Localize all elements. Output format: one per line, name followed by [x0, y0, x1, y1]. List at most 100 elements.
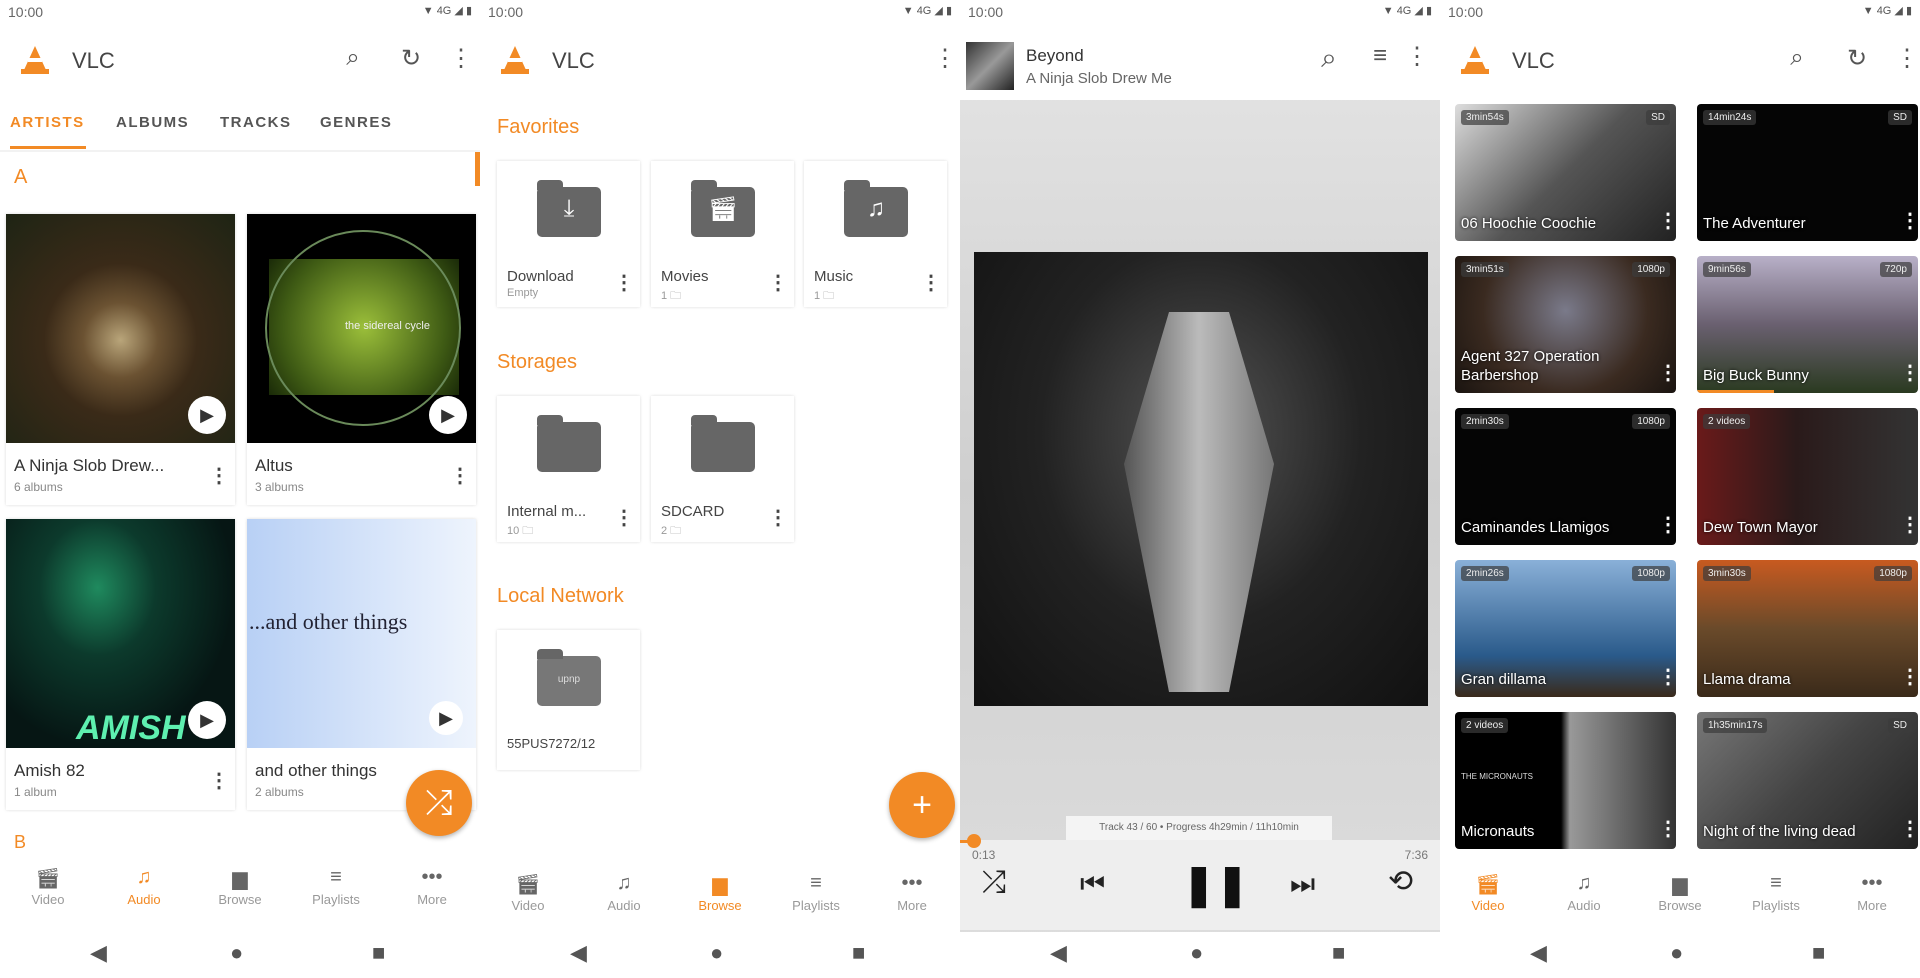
video-tile[interactable]: 3min30s 1080p Llama drama ⋮ — [1697, 560, 1918, 697]
video-tile[interactable]: 3min51s 1080p Agent 327 Operation Barbersh… — [1455, 256, 1676, 393]
recents-icon[interactable]: ■ — [1812, 940, 1825, 966]
more-options-icon[interactable]: ⋮ — [1402, 42, 1432, 71]
folder-card[interactable]: 🎬︎ Movies 1 🗀 ⋮ — [651, 161, 794, 307]
video-tile[interactable]: 1h35min17s SD Night of the living dead ⋮ — [1697, 712, 1918, 849]
more-options-icon[interactable]: ⋮ — [1900, 819, 1918, 839]
nav-more[interactable]: ••• More — [864, 872, 960, 913]
seek-bar-handle[interactable] — [967, 834, 982, 848]
back-icon[interactable]: ◀ — [570, 940, 587, 966]
play-icon[interactable]: ▶ — [429, 396, 467, 434]
nav-browse[interactable]: ▆ Browse — [672, 872, 768, 913]
folder-card[interactable]: ♫ Music 1 🗀 ⋮ — [804, 161, 947, 307]
more-options-icon[interactable]: ⋮ — [450, 466, 470, 486]
recents-icon[interactable]: ■ — [1332, 940, 1345, 966]
nav-video[interactable]: 🎬︎ Video — [0, 866, 96, 907]
back-icon[interactable]: ◀ — [1530, 940, 1547, 966]
home-icon[interactable]: ● — [1670, 940, 1683, 966]
toolbar: VLC ⋮ — [480, 24, 960, 96]
nav-playlists[interactable]: ≡ Playlists — [288, 866, 384, 907]
more-options-icon[interactable]: ⋮ — [209, 466, 229, 486]
nav-audio[interactable]: ♫ Audio — [96, 866, 192, 907]
video-title: Llama drama — [1703, 671, 1791, 688]
play-icon[interactable]: ▶ — [429, 701, 463, 735]
artist-card[interactable]: the sidereal cycle ▶ Altus 3 albums ⋮ — [247, 214, 476, 505]
more-options-icon[interactable]: ⋮ — [768, 508, 788, 528]
nav-more[interactable]: ••• More — [1824, 872, 1920, 913]
repeat-icon[interactable]: ⟲ — [1388, 864, 1413, 899]
resume-playback-icon[interactable]: ↻ — [1842, 44, 1872, 73]
artist-card[interactable]: ▶ A Ninja Slob Drew... 6 albums ⋮ — [6, 214, 235, 505]
nav-more[interactable]: ••• More — [384, 866, 480, 907]
more-options-icon[interactable]: ⋮ — [1658, 211, 1676, 231]
folder-card[interactable]: ⤓ Download Empty ⋮ — [497, 161, 640, 307]
more-options-icon[interactable]: ⋮ — [1658, 515, 1676, 535]
nav-browse[interactable]: ▆ Browse — [192, 866, 288, 907]
playlist-queue-icon[interactable]: ≡ — [1365, 42, 1395, 70]
more-options-icon[interactable]: ⋮ — [1900, 515, 1918, 535]
video-tile[interactable]: 2 videos THE MICRONAUTS Micronauts ⋮ — [1455, 712, 1676, 849]
more-options-icon[interactable]: ⋮ — [768, 273, 788, 293]
shuffle-all-button[interactable]: ⤮ — [406, 770, 472, 836]
video-tile[interactable]: 3min54s SD 06 Hoochie Coochie ⋮ — [1455, 104, 1676, 241]
network-folder-card[interactable]: upnp 55PUS7272/12 — [497, 630, 640, 770]
pause-icon[interactable]: ❚❚ — [1182, 862, 1249, 908]
tab-artists[interactable]: ARTISTS — [10, 114, 85, 131]
nav-audio[interactable]: ♫ Audio — [576, 872, 672, 913]
search-icon[interactable]: ⌕ — [1314, 42, 1344, 75]
previous-icon[interactable]: ⏮︎ — [1080, 868, 1105, 901]
folder-card[interactable]: Internal m... 10 🗀 ⋮ — [497, 396, 640, 542]
more-options-icon[interactable]: ⋮ — [1900, 667, 1918, 687]
home-icon[interactable]: ● — [230, 940, 243, 966]
more-options-icon[interactable]: ⋮ — [1900, 363, 1918, 383]
more-options-icon[interactable]: ⋮ — [1658, 819, 1676, 839]
more-options-icon[interactable]: ⋮ — [446, 44, 476, 73]
system-navigation: ◀ ● ■ — [480, 932, 960, 978]
artist-card[interactable]: ...and other things ▶ and other things 2… — [247, 519, 476, 810]
nav-playlists[interactable]: ≡ Playlists — [1728, 872, 1824, 913]
resume-playback-icon[interactable]: ↻ — [396, 44, 426, 73]
add-button[interactable]: + — [889, 772, 955, 838]
next-icon[interactable]: ⏭︎ — [1290, 868, 1315, 901]
home-icon[interactable]: ● — [1190, 940, 1203, 966]
nav-audio[interactable]: ♫ Audio — [1536, 872, 1632, 913]
recents-icon[interactable]: ■ — [852, 940, 865, 966]
nav-video[interactable]: 🎬︎ Video — [1440, 872, 1536, 913]
nav-browse[interactable]: ▆ Browse — [1632, 872, 1728, 913]
search-icon[interactable]: ⌕ — [338, 44, 368, 72]
tab-albums[interactable]: ALBUMS — [116, 114, 189, 131]
toolbar: VLC ⌕ ↻ ⋮ — [0, 24, 480, 96]
section-header-b: B — [14, 832, 27, 852]
recents-icon[interactable]: ■ — [372, 940, 385, 966]
video-tile[interactable]: 14min24s SD The Adventurer ⋮ — [1697, 104, 1918, 241]
nav-video[interactable]: 🎬︎ Video — [480, 872, 576, 913]
more-options-icon[interactable]: ⋮ — [614, 273, 634, 293]
more-options-icon[interactable]: ⋮ — [1900, 211, 1918, 231]
back-icon[interactable]: ◀ — [90, 940, 107, 966]
folder-card[interactable]: SDCARD 2 🗀 ⋮ — [651, 396, 794, 542]
play-icon[interactable]: ▶ — [188, 396, 226, 434]
player-header[interactable]: Beyond A Ninja Slob Drew Me ⌕ ≡ ⋮ — [960, 24, 1440, 100]
more-options-icon[interactable]: ⋮ — [209, 771, 229, 791]
search-icon[interactable]: ⌕ — [1782, 44, 1812, 72]
status-bar: 10:00 ▼ 4G ◢ ▮ — [960, 0, 1440, 24]
more-options-icon[interactable]: ⋮ — [921, 273, 941, 293]
home-icon[interactable]: ● — [710, 940, 723, 966]
more-options-icon[interactable]: ⋮ — [614, 508, 634, 528]
more-options-icon[interactable]: ⋮ — [1658, 667, 1676, 687]
more-options-icon[interactable]: ⋮ — [1892, 44, 1920, 73]
album-art — [974, 252, 1428, 706]
duration-badge: 14min24s — [1703, 110, 1757, 125]
video-tile[interactable]: 2 videos Dew Town Mayor ⋮ — [1697, 408, 1918, 545]
shuffle-icon[interactable]: ⤮ — [982, 866, 1006, 900]
artist-card[interactable]: AMISH ▶ Amish 82 1 album ⋮ — [6, 519, 235, 810]
tab-genres[interactable]: GENRES — [320, 114, 392, 131]
back-icon[interactable]: ◀ — [1050, 940, 1067, 966]
video-tile[interactable]: 9min56s 720p Big Buck Bunny ⋮ — [1697, 256, 1918, 393]
nav-playlists[interactable]: ≡ Playlists — [768, 872, 864, 913]
play-icon[interactable]: ▶ — [188, 701, 226, 739]
more-options-icon[interactable]: ⋮ — [1658, 363, 1676, 383]
more-options-icon[interactable]: ⋮ — [930, 44, 960, 73]
video-tile[interactable]: 2min26s 1080p Gran dillama ⋮ — [1455, 560, 1676, 697]
video-tile[interactable]: 2min30s 1080p Caminandes Llamigos ⋮ — [1455, 408, 1676, 545]
tab-tracks[interactable]: TRACKS — [220, 114, 292, 131]
